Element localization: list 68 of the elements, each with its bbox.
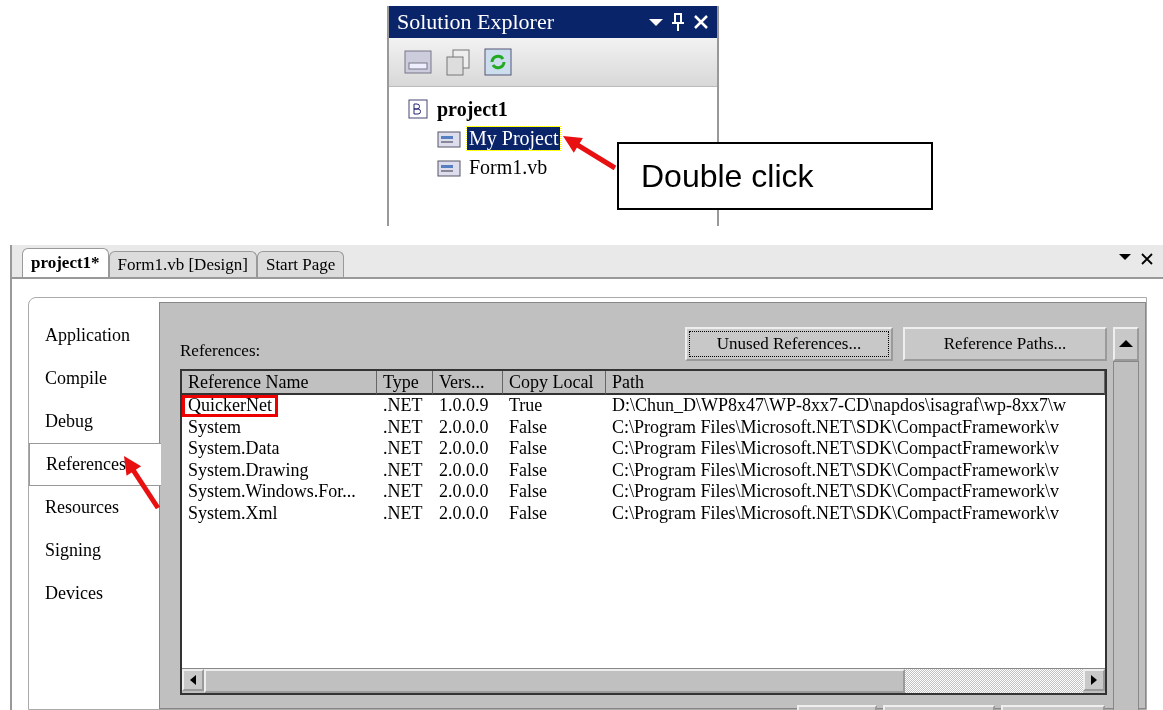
table-cell-text: 2.0.0.0 — [438, 502, 490, 524]
table-cell-text: System.Windows.For... — [187, 481, 357, 503]
references-label: References: — [180, 341, 262, 361]
dialog-button[interactable]: Unused References... — [685, 327, 893, 361]
column-header[interactable]: Type — [377, 371, 433, 395]
panel-title: Solution Explorer — [397, 9, 556, 35]
pointer-arrow — [124, 456, 161, 510]
table-cell-text: .NET — [382, 502, 424, 524]
table-cell-text: False — [508, 416, 548, 438]
table-cell-text: 2.0.0.0 — [438, 481, 490, 503]
table-cell-text: .NET — [382, 395, 424, 417]
document-tab[interactable]: Start Page — [256, 251, 345, 277]
table-cell-text: System.Drawing — [187, 459, 310, 481]
dropdown-icon[interactable] — [649, 17, 663, 27]
table-cell-text: .NET — [382, 481, 424, 503]
pointer-arrow — [563, 136, 617, 171]
table-cell-text: C:\Program Files\Microsoft.NET\SDK\CompactFramework\v — [611, 416, 1060, 438]
nav-tab[interactable]: Resources — [29, 486, 159, 529]
table-cell-text: False — [508, 502, 548, 524]
table-cell-text: System — [187, 416, 242, 438]
nav-tab[interactable]: Application — [29, 314, 159, 357]
tree-item[interactable]: project1 — [435, 98, 510, 121]
up-arrow-icon[interactable] — [1119, 340, 1133, 348]
document-tab[interactable]: project1* — [22, 248, 109, 277]
table-cell-text: 2.0.0.0 — [438, 416, 490, 438]
right-arrow-icon[interactable] — [1090, 675, 1098, 685]
project-icon — [405, 98, 429, 121]
dialog-button[interactable]: Reference Paths... — [903, 327, 1107, 361]
table-cell: QuickerNet — [182, 395, 278, 417]
table-cell-text: False — [508, 438, 548, 460]
table-cell-text: C:\Program Files\Microsoft.NET\SDK\CompactFramework\v — [611, 459, 1060, 481]
table-cell-text: False — [508, 481, 548, 503]
refresh-icon[interactable] — [483, 47, 513, 77]
callout-label: Double click — [617, 142, 933, 210]
table-cell-text: True — [508, 395, 544, 417]
table-cell-text: 2.0.0.0 — [438, 459, 490, 481]
close-icon[interactable] — [1141, 253, 1153, 265]
table-cell-text: C:\Program Files\Microsoft.NET\SDK\CompactFramework\v — [611, 502, 1060, 524]
table-cell-text: C:\Program Files\Microsoft.NET\SDK\CompactFramework\v — [611, 438, 1060, 460]
nav-tab[interactable]: Compile — [29, 357, 159, 400]
nav-tab[interactable]: Devices — [29, 572, 159, 615]
table-cell-text: System.Data — [187, 438, 281, 460]
table-cell-text: .NET — [382, 416, 424, 438]
horizontal-scrollbar[interactable] — [182, 668, 1105, 693]
nav-tab[interactable]: Signing — [29, 529, 159, 572]
tree-item[interactable]: Form1.vb — [467, 156, 550, 179]
table-cell-text: System.Xml — [187, 502, 279, 524]
table-cell-text: 2.0.0.0 — [438, 438, 490, 460]
column-header[interactable]: Path — [606, 371, 1105, 395]
document-tab[interactable]: Form1.vb [Design] — [108, 251, 257, 277]
pin-icon[interactable] — [671, 12, 685, 32]
table-cell-text: False — [508, 459, 548, 481]
table-cell-text: .NET — [382, 438, 424, 460]
table-cell-text: C:\Program Files\Microsoft.NET\SDK\CompactFramework\v — [611, 481, 1060, 503]
tree-item[interactable]: My Project — [467, 127, 561, 150]
column-header[interactable]: Vers... — [433, 371, 503, 395]
folder-icon — [437, 128, 461, 149]
vertical-scrollbar[interactable] — [1113, 327, 1139, 710]
left-arrow-icon[interactable] — [189, 675, 197, 685]
column-header[interactable]: Reference Name — [182, 371, 377, 395]
form-icon — [437, 157, 461, 178]
table-cell-text: .NET — [382, 459, 424, 481]
nav-tab[interactable]: References — [29, 443, 161, 486]
column-header[interactable]: Copy Local — [503, 371, 606, 395]
nav-tab[interactable]: Debug — [29, 400, 159, 443]
dropdown-icon[interactable] — [1119, 253, 1131, 261]
table-cell-text: D:\Chun_D\WP8x47\WP-8xx7-CD\napdos\isagraf\wp-8xx7\w — [611, 395, 1067, 417]
table-cell-text: 1.0.0.9 — [438, 395, 490, 417]
